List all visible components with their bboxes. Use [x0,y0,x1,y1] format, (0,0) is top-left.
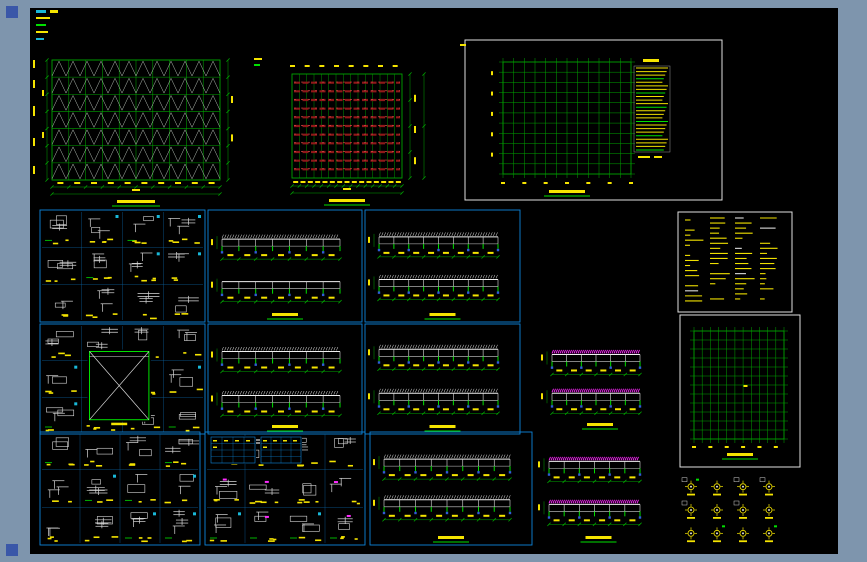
beam-elev-a [207,209,363,323]
roof-framing-plan [42,58,233,207]
beam-elev-f [369,431,533,546]
cad-drawing-surface [33,10,801,546]
beam-elev-b [364,209,521,323]
grid-plan-sheet [464,39,723,201]
details-d [204,431,366,546]
notes [677,211,793,313]
floor-hatch-plan [290,65,426,206]
beam-elev-c [207,323,363,435]
cad-canvas[interactable] [30,8,838,554]
details-c [39,431,201,546]
details-b [39,323,206,435]
beam-elev-e [541,349,642,430]
margin-marker-bottom [6,544,18,556]
margin-marker-top [6,6,18,18]
grid-plan-right [679,314,801,468]
beam-elev-g [538,456,642,543]
beam-elev-d [364,323,521,435]
symbol-legend [681,477,777,543]
viewer-background [0,0,867,562]
tiny-annotations [33,10,466,174]
details-a [39,209,206,323]
